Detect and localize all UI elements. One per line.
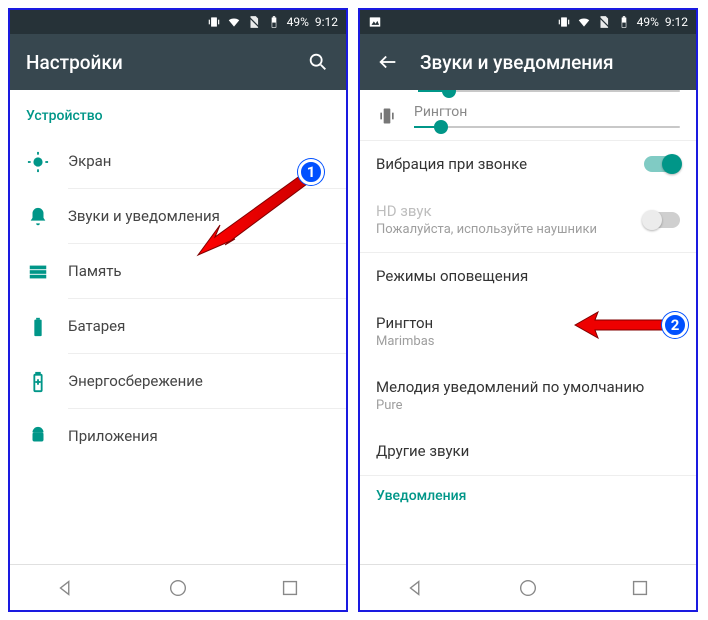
- other-sounds-row[interactable]: Другие звуки: [360, 428, 696, 475]
- list-item-apps[interactable]: Приложения: [10, 409, 346, 463]
- page-title: Настройки: [26, 51, 286, 74]
- ringtone-volume-label: Рингтон: [414, 104, 680, 120]
- list-item-storage[interactable]: Память: [10, 244, 346, 299]
- phone-left: 49% 9:12 Настройки Устройство Экран Звук…: [8, 8, 348, 612]
- hd-sound-label: HD звук: [376, 202, 597, 220]
- sound-settings: Рингтон Вибрация при звонке HD звук Пожа…: [360, 90, 696, 564]
- wifi-icon: [227, 15, 241, 29]
- ringtone-volume-slider[interactable]: [414, 126, 680, 128]
- search-icon[interactable]: [306, 50, 330, 74]
- hd-switch: [644, 212, 680, 228]
- vibrate-on-call-row[interactable]: Вибрация при звонке: [360, 141, 696, 188]
- image-icon: [368, 15, 382, 29]
- other-sounds-label: Другие звуки: [376, 442, 680, 460]
- alert-modes-row[interactable]: Режимы оповещения: [360, 253, 696, 300]
- statusbar: 49% 9:12: [360, 10, 696, 34]
- nav-home-icon[interactable]: [515, 575, 541, 601]
- list-item-power-saving[interactable]: Энергосбережение: [10, 354, 346, 409]
- nav-back-icon[interactable]: [403, 575, 429, 601]
- bell-icon: [26, 205, 50, 229]
- battery-icon: [617, 15, 631, 29]
- list-item-label: Память: [68, 244, 346, 299]
- alert-modes-label: Режимы оповещения: [376, 267, 680, 285]
- vibrate-switch[interactable]: [644, 156, 680, 172]
- appbar: Настройки: [10, 34, 346, 90]
- clock-text: 9:12: [315, 15, 338, 29]
- battery-saver-icon: [26, 370, 50, 394]
- page-title: Звуки и уведомления: [420, 51, 680, 74]
- no-sim-icon: [247, 15, 261, 29]
- ringtone-label: Рингтон: [376, 314, 680, 332]
- battery-full-icon: [26, 315, 50, 339]
- ringtone-value: Marimbas: [376, 334, 680, 349]
- section-header-device: Устройство: [10, 90, 346, 134]
- wifi-icon: [577, 15, 591, 29]
- hd-sound-sub: Пожалуйста, используйте наушники: [376, 222, 597, 237]
- default-notification-row[interactable]: Мелодия уведомлений по умолчанию Pure: [360, 364, 696, 428]
- list-item-display[interactable]: Экран: [10, 134, 346, 189]
- android-icon: [26, 424, 50, 448]
- navbar: [10, 564, 346, 610]
- nav-back-icon[interactable]: [53, 575, 79, 601]
- list-item-battery[interactable]: Батарея: [10, 299, 346, 354]
- battery-text: 49%: [287, 15, 309, 29]
- nav-home-icon[interactable]: [165, 575, 191, 601]
- default-notification-value: Pure: [376, 398, 680, 413]
- vibrate-icon: [557, 15, 571, 29]
- storage-icon: [26, 260, 50, 284]
- statusbar: 49% 9:12: [10, 10, 346, 34]
- phone-vibrate-icon: [376, 105, 398, 127]
- list-item-label: Энергосбережение: [68, 354, 346, 409]
- navbar: [360, 564, 696, 610]
- ringtone-row[interactable]: Рингтон Marimbas: [360, 300, 696, 364]
- settings-list: Устройство Экран Звуки и уведомления Пам…: [10, 90, 346, 564]
- battery-icon: [267, 15, 281, 29]
- clock-text: 9:12: [665, 15, 688, 29]
- nav-recent-icon[interactable]: [627, 575, 653, 601]
- section-header-notifications: Уведомления: [360, 476, 696, 514]
- list-item-label: Батарея: [68, 299, 346, 354]
- list-item-label: Экран: [68, 134, 346, 189]
- list-item-sound[interactable]: Звуки и уведомления: [10, 189, 346, 244]
- list-item-label: Звуки и уведомления: [68, 189, 346, 244]
- no-sim-icon: [597, 15, 611, 29]
- volume-slider-top[interactable]: [418, 90, 680, 92]
- phone-right: 49% 9:12 Звуки и уведомления Рингтон: [358, 8, 698, 612]
- nav-recent-icon[interactable]: [277, 575, 303, 601]
- ringtone-volume-row: Рингтон: [360, 96, 696, 140]
- appbar: Звуки и уведомления: [360, 34, 696, 90]
- hd-sound-row: HD звук Пожалуйста, используйте наушники: [360, 188, 696, 252]
- vibrate-icon: [207, 15, 221, 29]
- battery-text: 49%: [637, 15, 659, 29]
- brightness-icon: [26, 150, 50, 174]
- list-item-label: Приложения: [68, 409, 346, 463]
- back-icon[interactable]: [376, 50, 400, 74]
- vibrate-on-call-label: Вибрация при звонке: [376, 155, 527, 173]
- default-notification-label: Мелодия уведомлений по умолчанию: [376, 378, 680, 396]
